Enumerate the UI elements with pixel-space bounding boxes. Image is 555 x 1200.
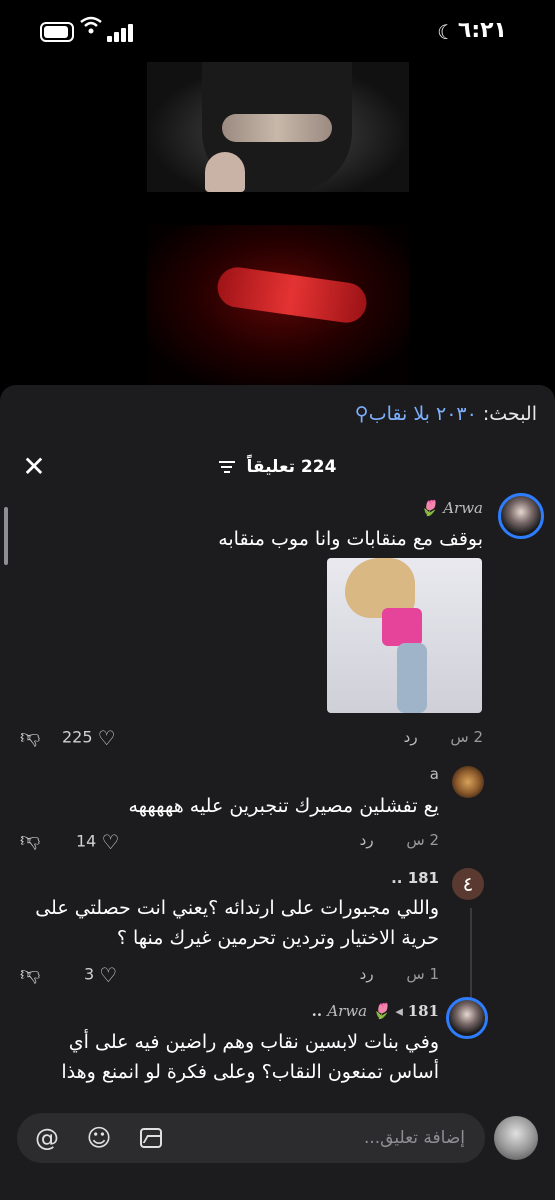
heart-icon: ♡: [101, 830, 120, 854]
comment-gif[interactable]: [327, 558, 482, 713]
avatar[interactable]: [452, 766, 484, 798]
search-query[interactable]: ٢٠٣٠ بلا نقاب: [369, 403, 477, 425]
signal-icon: [107, 22, 137, 42]
reply-button[interactable]: رد: [360, 965, 374, 983]
my-avatar[interactable]: [494, 1116, 538, 1160]
comment-time: 1 س: [406, 965, 439, 983]
comments-sheet: البحث: ٢٠٣٠ بلا نقاب⚲ ✕ 224 تعليقاً Arwa…: [0, 385, 555, 1200]
search-icon: ⚲: [354, 403, 369, 425]
like-button[interactable]: 3 ♡: [84, 963, 117, 987]
status-bar: ٦:٢١ ☾: [0, 0, 555, 62]
battery-icon: [40, 22, 74, 42]
like-count: 14: [76, 831, 97, 851]
comment-username-emoji: 🌷: [419, 499, 439, 517]
comment-text: يع تفشلين مصيرك تنجبرين عليه هههههه: [128, 795, 439, 817]
reply-arrow-icon: ◂: [395, 1002, 403, 1020]
comment-meta: 1 س رد: [360, 965, 439, 983]
comment-time: 2 س: [406, 831, 439, 849]
heart-icon: ♡: [99, 963, 118, 987]
search-suggestion[interactable]: البحث: ٢٠٣٠ بلا نقاب⚲: [355, 403, 537, 425]
mention-icon[interactable]: @: [34, 1125, 60, 1151]
like-count: 3: [84, 964, 95, 984]
avatar[interactable]: ٤: [452, 868, 484, 900]
reply-button[interactable]: رد: [360, 831, 374, 849]
emoji-icon[interactable]: ☺: [86, 1125, 112, 1151]
status-time: ٦:٢١: [457, 18, 507, 43]
image-icon[interactable]: [140, 1128, 162, 1148]
reply-button[interactable]: رد: [404, 728, 418, 746]
comment-username[interactable]: Arwa 🌷 ◂ 181 ..: [312, 1002, 439, 1020]
filter-icon[interactable]: [218, 461, 235, 473]
comment-username-text: Arwa: [327, 1002, 368, 1020]
wifi-icon: [80, 16, 102, 39]
scroll-handle[interactable]: [4, 507, 8, 565]
search-label: البحث:: [482, 403, 537, 425]
like-count: 225: [62, 727, 93, 747]
comment-time: 2 س: [450, 728, 483, 746]
comment-input-placeholder: إضافة تعليق...: [363, 1128, 465, 1148]
comment-username[interactable]: a: [430, 765, 439, 783]
comment-text: بوقف مع منقابات وانا موب منقابه: [218, 528, 483, 550]
avatar[interactable]: [446, 997, 488, 1039]
like-button[interactable]: 225 ♡: [62, 726, 116, 750]
comment-username[interactable]: 181 ..: [391, 869, 439, 887]
video-photo-top: [147, 62, 409, 192]
comment-username[interactable]: Arwa 🌷: [420, 499, 483, 517]
dislike-icon[interactable]: 👎︎: [20, 961, 40, 986]
comment-meta: 2 س رد: [360, 831, 439, 849]
comment-username-emoji: 🌷: [371, 1002, 391, 1020]
comments-count: 224 تعليقاً: [0, 457, 555, 477]
moon-icon: ☾: [437, 20, 455, 44]
dislike-icon[interactable]: 👎︎: [20, 724, 40, 749]
comments-count-label: 224 تعليقاً: [246, 457, 337, 477]
comment-text: واللي مجبورات على ارتدائه ؟يعني انت حصلت…: [35, 897, 439, 949]
like-button[interactable]: 14 ♡: [76, 830, 119, 854]
heart-icon: ♡: [97, 726, 116, 750]
comment-username-text: Arwa: [443, 499, 483, 517]
dislike-icon[interactable]: 👎︎: [20, 827, 40, 852]
avatar[interactable]: [498, 493, 544, 539]
video-photo-bottom: [147, 225, 409, 385]
comment-meta: 2 س رد: [404, 728, 483, 746]
comment-text: وفي بنات لابسين نقاب وهم راضين فيه على أ…: [61, 1031, 439, 1083]
